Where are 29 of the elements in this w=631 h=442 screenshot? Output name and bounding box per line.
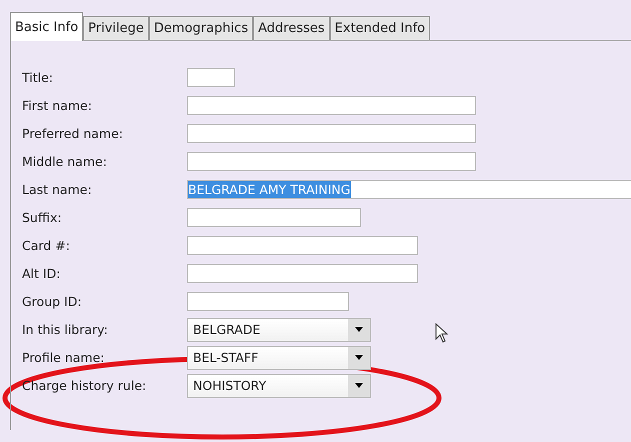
field-label: First name: (22, 98, 92, 113)
dropdown[interactable]: BELGRADE (187, 318, 371, 342)
field-label: Middle name: (22, 154, 107, 169)
input-field[interactable] (187, 68, 235, 87)
field-label: Card #: (22, 238, 70, 253)
field-label: Preferred name: (22, 126, 124, 141)
field-label: Last name: (22, 182, 92, 197)
tab[interactable]: Basic Info (10, 12, 84, 41)
field-label: Suffix: (22, 210, 62, 225)
input-field[interactable] (187, 96, 476, 115)
field-label: Alt ID: (22, 266, 60, 281)
input-field[interactable] (187, 236, 418, 255)
input-field[interactable] (187, 292, 349, 311)
input-field[interactable] (187, 124, 476, 143)
field-label: In this library: (22, 322, 108, 337)
field-label: Charge history rule: (22, 378, 146, 393)
field-label: Group ID: (22, 294, 82, 309)
dropdown[interactable]: NOHISTORY (187, 374, 371, 398)
input-field[interactable] (187, 264, 418, 283)
field-label: Title: (22, 70, 53, 85)
field-label: Profile name: (22, 350, 105, 365)
tab[interactable]: Privilege (83, 16, 149, 40)
cursor-icon (435, 323, 449, 343)
dropdown[interactable]: BEL-STAFF (187, 346, 371, 370)
tab[interactable]: Addresses (253, 16, 330, 40)
input-field[interactable] (187, 208, 361, 227)
tab[interactable]: Demographics (148, 16, 254, 40)
tab[interactable]: Extended Info (330, 16, 430, 40)
input-field[interactable] (187, 152, 476, 171)
